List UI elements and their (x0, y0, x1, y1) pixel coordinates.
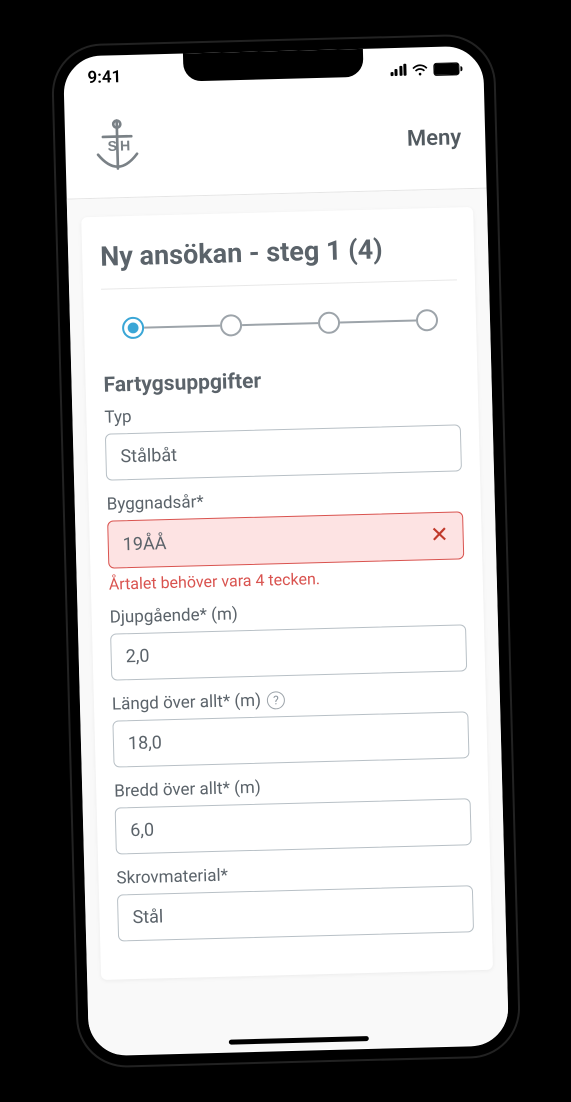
type-input[interactable]: Stålbåt (104, 424, 461, 480)
app-header: S H Meny (64, 90, 486, 200)
step-3-dot[interactable] (317, 312, 340, 335)
menu-button[interactable]: Meny (406, 125, 461, 151)
field-type: Typ Stålbåt (104, 398, 462, 480)
draft-input[interactable]: 2,0 (110, 624, 467, 680)
field-length: Längd över allt* (m) ? 18,0 (111, 685, 469, 767)
field-label: Byggnadsår* (106, 485, 462, 514)
status-icons (389, 60, 459, 79)
beam-input[interactable]: 6,0 (114, 798, 471, 854)
field-label: Längd över allt* (m) ? (111, 685, 467, 714)
content-area: Ny ansökan - steg 1 (4) Fartygsuppgifter… (66, 189, 508, 1056)
device-notch (182, 49, 363, 82)
step-connector (144, 324, 220, 328)
svg-text:H: H (119, 138, 130, 154)
year-value: 19ÅÅ (122, 533, 166, 555)
svg-text:S: S (107, 139, 117, 155)
battery-icon (433, 62, 459, 76)
year-error-message: Årtalet behöver vara 4 tecken. (108, 565, 464, 593)
progress-stepper (101, 280, 459, 373)
clear-icon[interactable]: ✕ (429, 525, 448, 547)
field-hull: Skrovmaterial* Stål (116, 859, 474, 941)
step-connector (340, 319, 416, 323)
field-year: Byggnadsår* 19ÅÅ ✕ Årtalet behöver vara … (106, 485, 464, 593)
wifi-icon (411, 61, 428, 78)
field-label: Typ (104, 398, 460, 427)
step-1-dot[interactable] (121, 317, 144, 340)
step-4-dot[interactable] (415, 309, 438, 332)
app-logo: S H (88, 115, 146, 178)
field-label: Skrovmaterial* (116, 859, 472, 888)
hull-input[interactable]: Stål (116, 885, 473, 941)
help-icon[interactable]: ? (266, 691, 284, 709)
field-draft: Djupgående* (m) 2,0 (109, 598, 467, 680)
year-input[interactable]: 19ÅÅ ✕ (107, 511, 464, 568)
length-label-text: Längd över allt* (m) (111, 691, 261, 715)
field-beam: Bredd över allt* (m) 6,0 (113, 772, 471, 854)
phone-frame: 9:41 S H Meny Ny ans (52, 35, 519, 1066)
step-connector (242, 322, 318, 326)
length-input[interactable]: 18,0 (112, 711, 469, 767)
status-time: 9:41 (87, 67, 121, 88)
field-label: Djupgående* (m) (109, 598, 465, 627)
form-card: Ny ansökan - steg 1 (4) Fartygsuppgifter… (81, 207, 493, 980)
step-2-dot[interactable] (219, 314, 242, 337)
cellular-signal-icon (389, 64, 406, 76)
field-label: Bredd över allt* (m) (113, 772, 469, 801)
